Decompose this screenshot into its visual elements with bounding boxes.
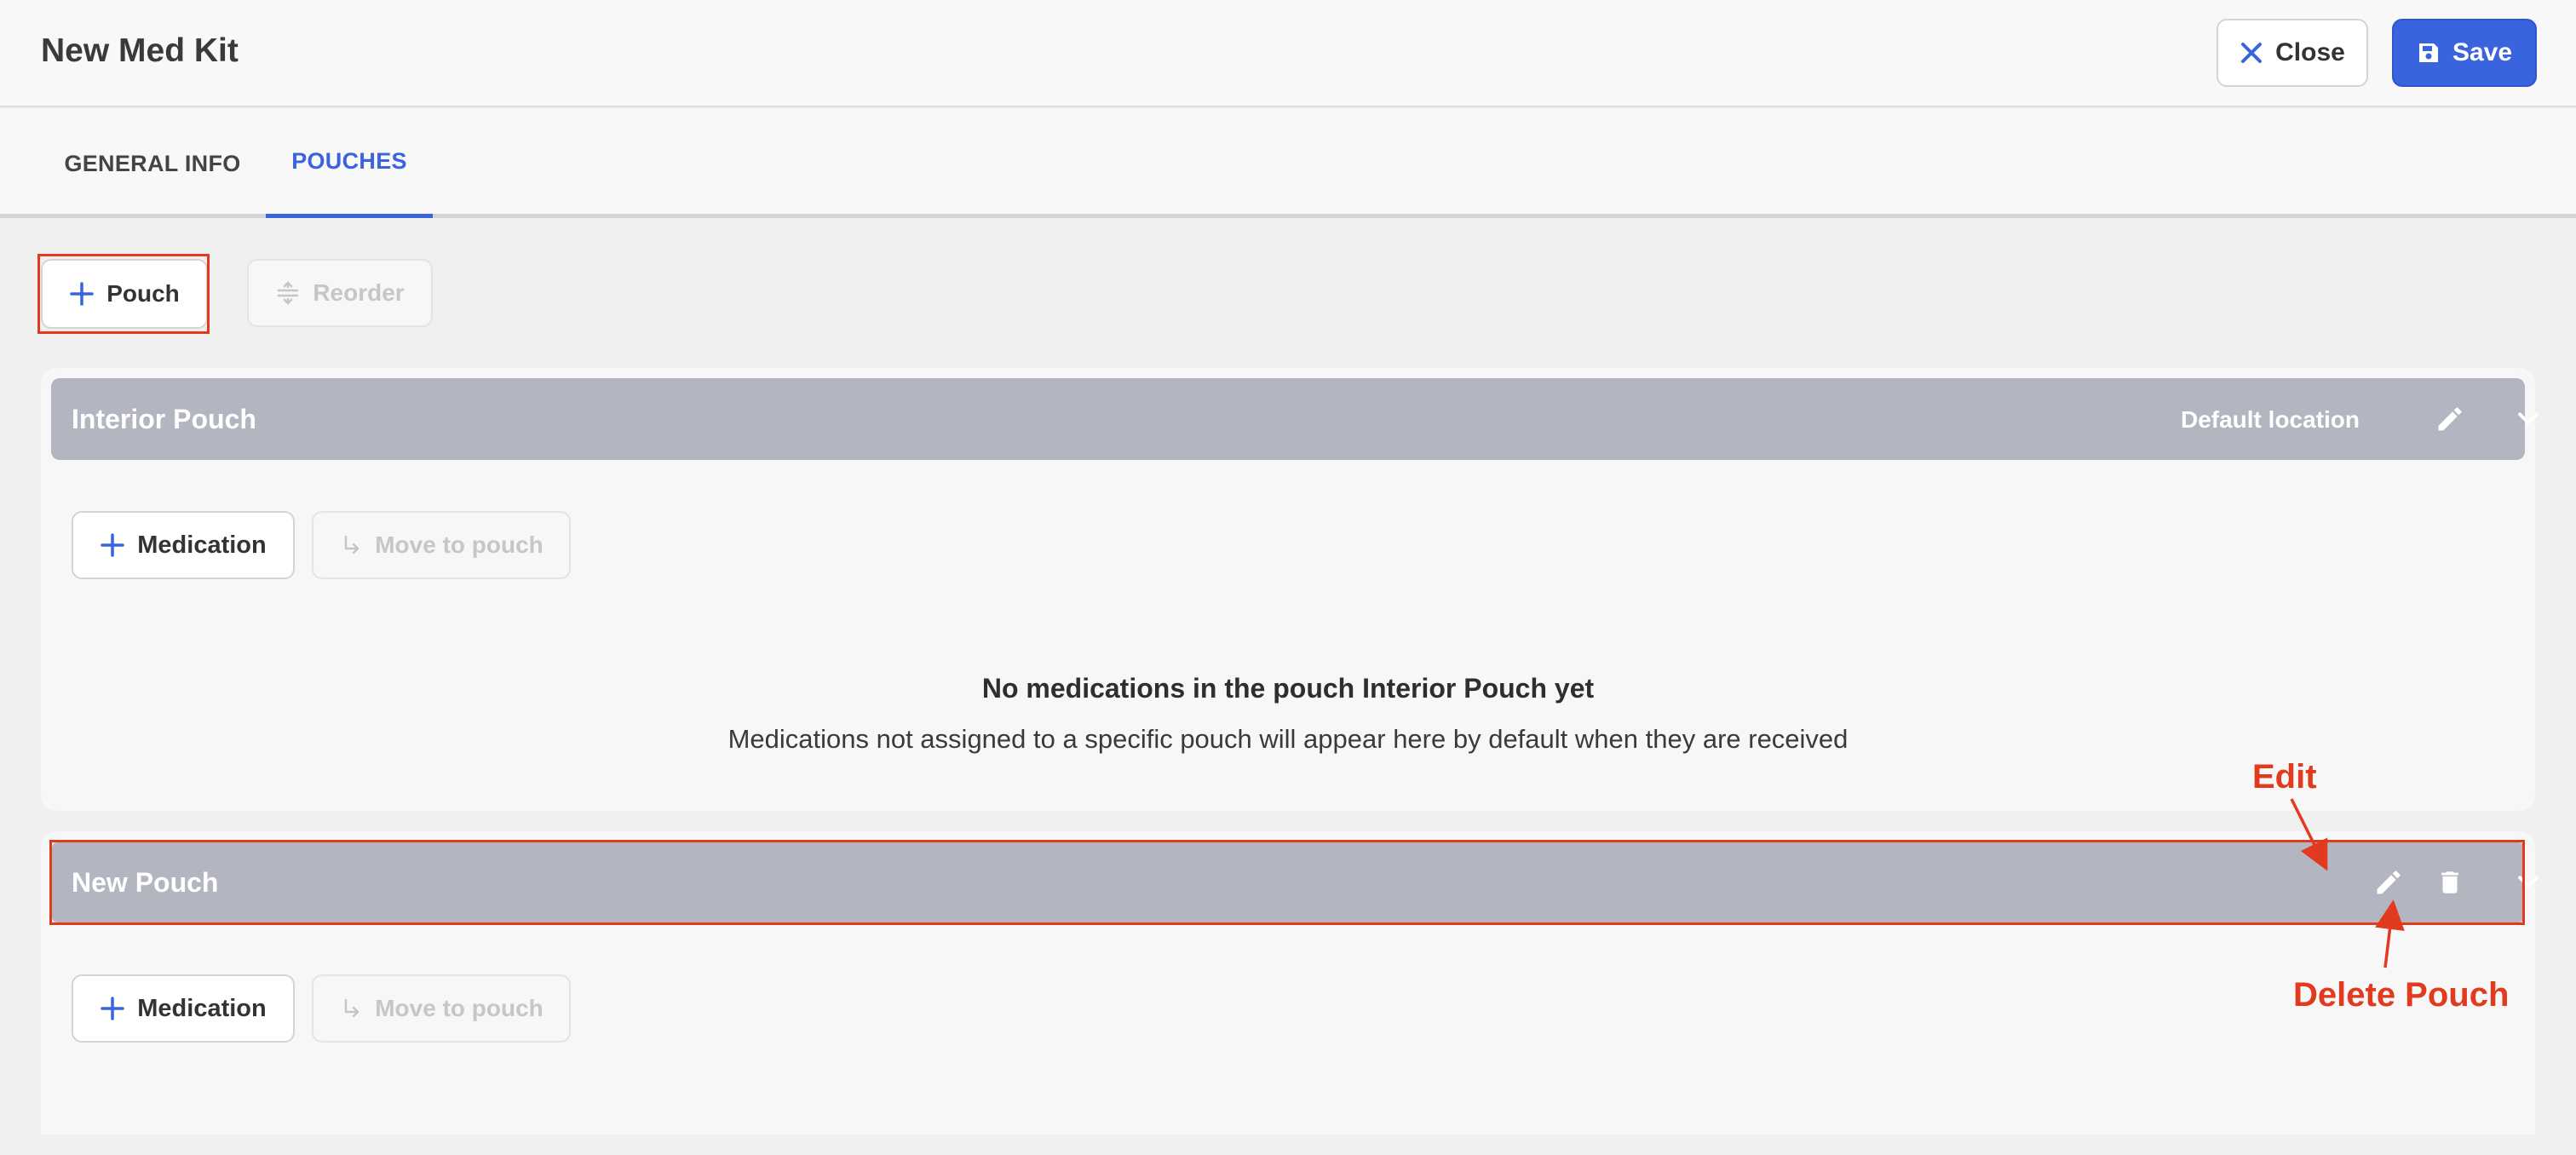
add-pouch-button[interactable]: Pouch — [41, 259, 208, 329]
save-button-label: Save — [2452, 38, 2513, 66]
page-title: New Med Kit — [41, 32, 239, 69]
add-medication-label: Medication — [137, 531, 267, 559]
pouch-name: New Pouch — [72, 867, 219, 898]
edit-pouch-button[interactable] — [2368, 862, 2409, 903]
reorder-icon — [278, 281, 299, 305]
expand-pouch-button[interactable] — [2508, 862, 2549, 903]
edit-pouch-button[interactable] — [2429, 399, 2470, 440]
plus-icon — [101, 533, 125, 557]
add-medication-button[interactable]: Medication — [72, 974, 295, 1043]
pencil-icon — [2438, 407, 2462, 431]
plus-icon — [70, 282, 94, 306]
save-button[interactable]: Save — [2392, 19, 2537, 87]
move-arrow-icon — [344, 998, 359, 1018]
pencil-icon — [2377, 871, 2401, 894]
edit-annotation: Edit — [2252, 758, 2317, 796]
trash-icon — [2441, 871, 2458, 894]
add-medication-label: Medication — [137, 994, 267, 1022]
tab-pouches[interactable]: POUCHES — [266, 109, 433, 218]
close-button-label: Close — [2275, 38, 2345, 66]
empty-state-description: Medications not assigned to a specific p… — [727, 724, 1849, 754]
close-button[interactable]: Close — [2217, 19, 2368, 87]
delete-pouch-annotation: Delete Pouch — [2293, 976, 2510, 1014]
pouch-header[interactable]: Interior Pouch Default location — [51, 378, 2539, 460]
add-pouch-label: Pouch — [106, 280, 180, 307]
move-arrow-icon — [344, 535, 359, 555]
add-medication-button[interactable]: Medication — [72, 511, 295, 579]
reorder-label: Reorder — [313, 279, 405, 306]
tab-general-info[interactable]: GENERAL INFO — [41, 109, 264, 218]
pouch-header[interactable]: New Pouch — [51, 842, 2539, 923]
tab-bar: GENERAL INFO POUCHES — [0, 109, 2576, 218]
save-icon — [2418, 43, 2438, 62]
move-to-pouch-button[interactable]: Move to pouch — [312, 511, 571, 579]
move-to-pouch-button[interactable]: Move to pouch — [312, 974, 571, 1043]
delete-pouch-button[interactable] — [2429, 862, 2470, 903]
chevron-down-icon — [2518, 876, 2539, 888]
plus-icon — [101, 997, 125, 1020]
chevron-down-icon — [2518, 412, 2539, 425]
move-to-pouch-label: Move to pouch — [375, 532, 543, 558]
expand-pouch-button[interactable] — [2508, 399, 2549, 440]
reorder-button[interactable]: Reorder — [247, 259, 433, 327]
default-location-label: Default location — [2180, 406, 2360, 433]
move-to-pouch-label: Move to pouch — [375, 995, 543, 1021]
empty-state-title: No medications in the pouch Interior Pou… — [981, 673, 1595, 704]
pouch-name: Interior Pouch — [72, 404, 256, 434]
app-header: New Med Kit Close Save — [0, 0, 2576, 107]
close-icon — [2241, 43, 2263, 63]
